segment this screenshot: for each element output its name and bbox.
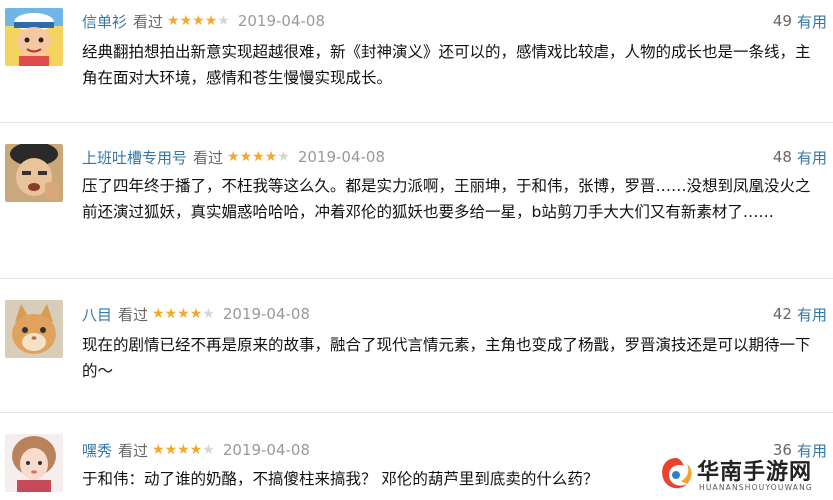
watermark-subtitle: HUANANSHOUYOUWANG	[699, 483, 813, 492]
star-empty-icon: ★	[217, 13, 230, 29]
cat-avatar-icon[interactable]	[5, 300, 63, 358]
star-filled-icon: ★	[252, 149, 265, 165]
review-text: 经典翻拍想拍出新意实现超越很难，新《封神演义》还可以的，感情戏比较虐，人物的成长…	[82, 43, 811, 87]
useful-button[interactable]: 有用	[797, 304, 827, 325]
useful-count: 42	[772, 305, 792, 323]
star-filled-icon: ★	[192, 13, 205, 29]
girl-avatar-icon[interactable]	[5, 434, 63, 492]
rating-stars: ★★★★★	[152, 442, 215, 458]
star-filled-icon: ★	[179, 13, 193, 29]
review-username[interactable]: 上班吐槽专用号	[82, 147, 187, 168]
review-meta: 嘿秀 看过 ★★★★★ 2019-04-08	[82, 439, 310, 461]
useful-button[interactable]: 有用	[797, 147, 827, 168]
star-filled-icon: ★	[164, 306, 178, 322]
star-filled-icon: ★	[227, 149, 240, 165]
star-filled-icon: ★	[239, 149, 253, 165]
swirl-logo-icon	[662, 458, 692, 489]
star-filled-icon: ★	[167, 13, 180, 29]
star-filled-icon: ★	[204, 13, 218, 29]
review-meta: 上班吐槽专用号 看过 ★★★★★ 2019-04-08	[82, 146, 385, 168]
watch-status: 看过	[133, 12, 164, 31]
review-date: 2019-04-08	[237, 12, 326, 30]
review-username[interactable]: 八目	[82, 304, 112, 325]
review-text: 现在的剧情已经不再是原来的故事，融合了现代言情元素，主角也变成了杨戬，罗晋演技还…	[82, 336, 811, 380]
rating-stars: ★★★★★	[152, 306, 215, 322]
divider	[0, 278, 833, 279]
review-username[interactable]: 信单衫	[82, 11, 127, 32]
star-empty-icon: ★	[202, 306, 215, 322]
star-filled-icon: ★	[189, 306, 203, 322]
boy-photo-avatar-icon[interactable]	[5, 144, 63, 202]
review-text: 压了四年终于播了，不枉我等这么久。都是实力派啊，王丽坤，于和伟，张博，罗晋……没…	[82, 177, 811, 221]
star-filled-icon: ★	[152, 442, 165, 458]
useful-count: 48	[772, 148, 792, 166]
star-filled-icon: ★	[189, 442, 203, 458]
review-text: 于和伟：动了谁的奶酪，不搞傻柱来搞我？ 邓伦的葫芦里到底卖的什么药？	[82, 470, 599, 488]
review-meta: 信单衫 看过 ★★★★★ 2019-04-08	[82, 10, 325, 32]
review-date: 2019-04-08	[297, 148, 386, 166]
watermark-logo: 华南手游网 HUANANSHOUYOUWANG	[657, 452, 827, 498]
watermark-title: 华南手游网	[697, 460, 813, 485]
cartoon-sailor-avatar-icon[interactable]	[5, 8, 63, 66]
divider	[0, 412, 833, 413]
rating-stars: ★★★★★	[227, 149, 290, 165]
star-filled-icon: ★	[177, 306, 190, 322]
review-date: 2019-04-08	[222, 441, 311, 459]
useful-button[interactable]: 有用	[797, 11, 827, 32]
watch-status: 看过	[193, 148, 224, 167]
useful-vote[interactable]: 48 有用	[773, 146, 827, 168]
star-filled-icon: ★	[264, 149, 278, 165]
rating-stars: ★★★★★	[167, 13, 230, 29]
watch-status: 看过	[118, 305, 149, 324]
useful-vote[interactable]: 49 有用	[773, 10, 827, 32]
useful-vote[interactable]: 42 有用	[773, 303, 827, 325]
star-empty-icon: ★	[202, 442, 215, 458]
star-filled-icon: ★	[177, 442, 190, 458]
review-username[interactable]: 嘿秀	[82, 440, 112, 461]
useful-count: 49	[772, 12, 792, 30]
watch-status: 看过	[118, 441, 149, 460]
star-filled-icon: ★	[152, 306, 165, 322]
review-meta: 八目 看过 ★★★★★ 2019-04-08	[82, 303, 310, 325]
star-empty-icon: ★	[277, 149, 290, 165]
divider	[0, 122, 833, 123]
review-date: 2019-04-08	[222, 305, 311, 323]
star-filled-icon: ★	[164, 442, 178, 458]
